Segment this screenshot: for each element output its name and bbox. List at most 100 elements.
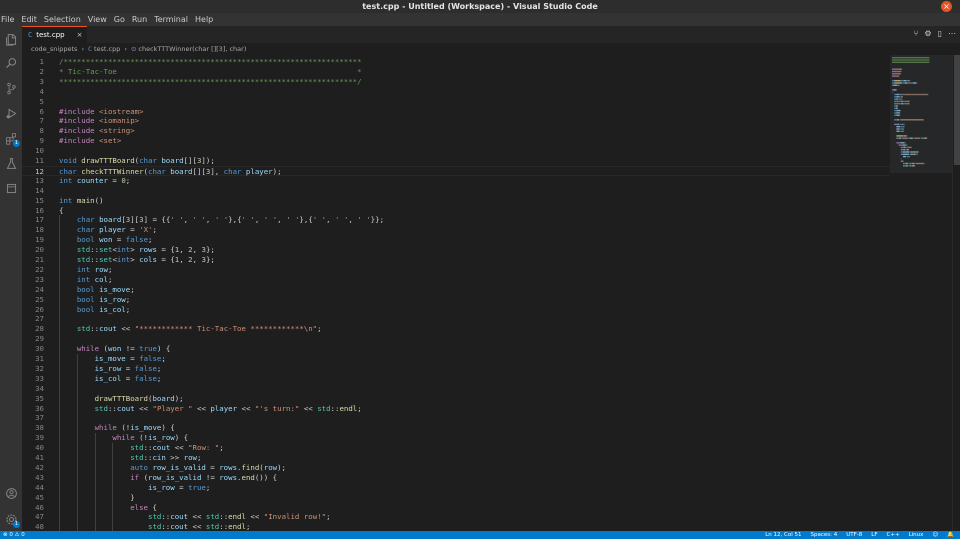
code-line[interactable]: 48 std::cout << std::endl; [22, 522, 890, 531]
notifications-icon[interactable]: 🔔 [947, 531, 954, 539]
code-line[interactable]: 34 [22, 384, 890, 394]
code-line[interactable]: 29 [22, 334, 890, 344]
code-line[interactable]: 5 [22, 97, 890, 107]
code-line[interactable]: 28 std::cout << "************ Tic-Tac-To… [22, 324, 890, 334]
line-number[interactable]: 3 [22, 77, 44, 87]
line-number[interactable]: 30 [22, 344, 44, 354]
code-line[interactable]: 47 std::cout << std::endl << "Invalid ro… [22, 512, 890, 522]
code-line[interactable]: 22 int row; [22, 265, 890, 275]
line-number[interactable]: 40 [22, 443, 44, 453]
code-line[interactable]: 43 if (row_is_valid != rows.end()) { [22, 473, 890, 483]
code-line[interactable]: 15 int main() [22, 196, 890, 206]
code-line[interactable]: 14 [22, 186, 890, 196]
feedback-icon[interactable]: ☺ [932, 531, 938, 539]
code-line[interactable]: 4 [22, 87, 890, 97]
line-ending[interactable]: LF [871, 531, 877, 539]
menu-go[interactable]: Go [114, 15, 125, 24]
code-line[interactable]: 19 bool won = false; [22, 235, 890, 245]
line-number[interactable]: 1 [22, 57, 44, 67]
code-line[interactable]: 42 auto row_is_valid = rows.find(row); [22, 463, 890, 473]
code-line[interactable]: 38 while (!is_move) { [22, 423, 890, 433]
line-number[interactable]: 35 [22, 394, 44, 404]
line-number[interactable]: 17 [22, 215, 44, 225]
line-number[interactable]: 28 [22, 324, 44, 334]
source-control-icon[interactable] [4, 81, 18, 95]
line-number[interactable]: 26 [22, 305, 44, 315]
code-line[interactable]: 25 bool is_row; [22, 295, 890, 305]
line-number[interactable]: 11 [22, 156, 44, 166]
line-number[interactable]: 10 [22, 146, 44, 156]
line-number[interactable]: 38 [22, 423, 44, 433]
code-line[interactable]: 7 #include <iomanip> [22, 116, 890, 126]
line-number[interactable]: 27 [22, 314, 44, 324]
line-number[interactable]: 16 [22, 206, 44, 216]
code-line[interactable]: 21 std::set<int> cols = {1, 2, 3}; [22, 255, 890, 265]
code-line[interactable]: 18 char player = 'X'; [22, 225, 890, 235]
line-number[interactable]: 8 [22, 126, 44, 136]
code-line[interactable]: 27 [22, 314, 890, 324]
code-line[interactable]: 26 bool is_col; [22, 305, 890, 315]
code-line[interactable]: 41 std::cin >> row; [22, 453, 890, 463]
code-line[interactable]: 24 bool is_move; [22, 285, 890, 295]
line-number[interactable]: 46 [22, 503, 44, 513]
line-number[interactable]: 20 [22, 245, 44, 255]
code-line[interactable]: 37 [22, 413, 890, 423]
line-number[interactable]: 47 [22, 512, 44, 522]
breadcrumb-symbol[interactable]: checkTTTWinner(char [][3], char) [138, 45, 246, 53]
code-line[interactable]: 12 char checkTTTWinner(char board[][3], c… [22, 165, 890, 176]
window-close-button[interactable]: × [941, 1, 952, 12]
line-number[interactable]: 45 [22, 493, 44, 503]
extensions-icon[interactable]: 1 [4, 131, 20, 147]
line-number[interactable]: 4 [22, 87, 44, 97]
problems-indicator[interactable]: ⊗ 0 ⚠ 0 [3, 531, 25, 539]
account-icon[interactable] [4, 486, 18, 500]
code-line[interactable]: 13 int counter = 0; [22, 176, 890, 186]
code-line[interactable]: 46 else { [22, 503, 890, 513]
manage-gear-icon[interactable]: 1 [4, 512, 20, 528]
menu-file[interactable]: File [1, 15, 14, 24]
code-line[interactable]: 35 drawTTTBoard(board); [22, 394, 890, 404]
code-line[interactable]: 3 ***************************************… [22, 77, 890, 87]
code-line[interactable]: 8 #include <string> [22, 126, 890, 136]
line-number[interactable]: 34 [22, 384, 44, 394]
line-number[interactable]: 7 [22, 116, 44, 126]
code-line[interactable]: 1 /**************************************… [22, 57, 890, 67]
code-line[interactable]: 44 is_row = true; [22, 483, 890, 493]
code-line[interactable]: 10 [22, 146, 890, 156]
line-number[interactable]: 2 [22, 67, 44, 77]
platform[interactable]: Linux [909, 531, 924, 539]
line-number[interactable]: 37 [22, 413, 44, 423]
line-number[interactable]: 5 [22, 97, 44, 107]
code-line[interactable]: 33 is_col = false; [22, 374, 890, 384]
scrollbar-thumb[interactable] [954, 55, 960, 165]
menu-edit[interactable]: Edit [21, 15, 37, 24]
testing-icon[interactable] [4, 156, 18, 170]
line-number[interactable]: 43 [22, 473, 44, 483]
menu-help[interactable]: Help [195, 15, 213, 24]
line-number[interactable]: 31 [22, 354, 44, 364]
line-number[interactable]: 48 [22, 522, 44, 531]
line-number[interactable]: 21 [22, 255, 44, 265]
search-icon[interactable] [4, 56, 18, 70]
menu-run[interactable]: Run [132, 15, 147, 24]
code-line[interactable]: 16 { [22, 206, 890, 216]
more-actions-icon[interactable]: ⋯ [948, 29, 956, 38]
run-debug-icon[interactable] [4, 106, 18, 120]
line-number[interactable]: 23 [22, 275, 44, 285]
line-number[interactable]: 24 [22, 285, 44, 295]
minimap[interactable] [890, 55, 952, 531]
split-editor-icon[interactable]: ▯ [938, 29, 942, 38]
cursor-position[interactable]: Ln 12, Col 51 [765, 531, 801, 539]
encoding[interactable]: UTF-8 [846, 531, 862, 539]
line-number[interactable]: 42 [22, 463, 44, 473]
code-line[interactable]: 32 is_row = false; [22, 364, 890, 374]
tab-close-icon[interactable]: × [77, 31, 83, 39]
line-number[interactable]: 15 [22, 196, 44, 206]
line-number[interactable]: 18 [22, 225, 44, 235]
code-line[interactable]: 39 while (!is_row) { [22, 433, 890, 443]
code-line[interactable]: 11 void drawTTTBoard(char board[][3]); [22, 156, 890, 166]
breadcrumb-file[interactable]: test.cpp [94, 45, 120, 53]
line-number[interactable]: 22 [22, 265, 44, 275]
code-line[interactable]: 23 int col; [22, 275, 890, 285]
breadcrumb-folder[interactable]: code_snippets [31, 45, 77, 53]
